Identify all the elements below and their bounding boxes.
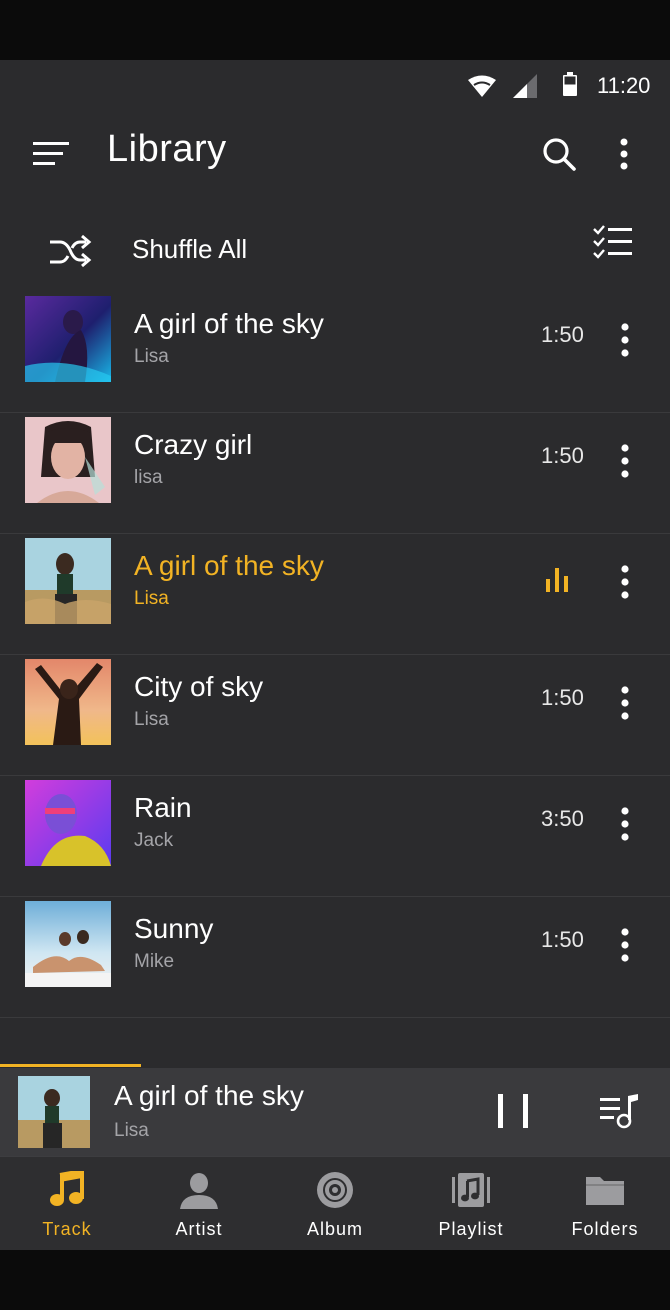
track-duration: 1:50 — [541, 443, 584, 468]
nav-tab-album[interactable]: Album — [268, 1157, 402, 1250]
track-title: A girl of the sky — [134, 308, 324, 339]
track-artist: Lisa — [134, 346, 169, 367]
playback-progress-fill — [0, 1064, 141, 1067]
album-art — [25, 417, 111, 503]
now-playing-artist: Lisa — [114, 1120, 149, 1141]
more-vertical-icon[interactable] — [612, 562, 638, 602]
now-playing-album-art — [18, 1076, 90, 1148]
more-vertical-icon[interactable] — [610, 136, 638, 172]
menu-icon[interactable] — [33, 140, 69, 168]
track-row-active[interactable]: A girl of the sky Lisa — [0, 534, 670, 655]
track-duration: 1:50 — [541, 685, 584, 710]
more-vertical-icon[interactable] — [612, 804, 638, 844]
more-vertical-icon[interactable] — [612, 925, 638, 965]
more-vertical-icon[interactable] — [612, 441, 638, 481]
more-vertical-icon[interactable] — [612, 683, 638, 723]
nav-label: Album — [306, 1219, 364, 1239]
app-screen: 11:20 Library Shuffle All A girl of the … — [0, 60, 670, 1250]
nav-tab-artist[interactable]: Artist — [132, 1157, 266, 1250]
queue-music-icon[interactable] — [598, 1092, 640, 1132]
more-vertical-icon[interactable] — [612, 320, 638, 360]
album-art — [25, 538, 111, 624]
checklist-icon[interactable] — [592, 224, 634, 260]
track-artist: lisa — [134, 467, 163, 488]
now-playing-bar[interactable]: A girl of the sky Lisa — [0, 1068, 670, 1156]
album-art — [25, 780, 111, 866]
track-row[interactable]: Sunny Mike 1:50 — [0, 897, 670, 1018]
playlist-icon — [452, 1173, 490, 1207]
track-row[interactable]: A girl of the sky Lisa 1:50 — [0, 292, 670, 413]
shuffle-all-label: Shuffle All — [132, 234, 248, 264]
track-artist: Lisa — [134, 709, 169, 730]
track-title: City of sky — [134, 671, 264, 702]
track-title: Sunny — [134, 913, 214, 944]
pause-icon[interactable] — [492, 1092, 536, 1132]
nav-tab-track[interactable]: Track — [0, 1157, 134, 1250]
battery-icon — [563, 72, 577, 96]
track-title: Crazy girl — [134, 429, 253, 460]
track-row[interactable]: Crazy girl lisa 1:50 — [0, 413, 670, 534]
now-playing-title: A girl of the sky — [114, 1080, 304, 1111]
signal-icon — [513, 74, 537, 98]
album-art — [25, 296, 111, 382]
track-duration: 1:50 — [541, 927, 584, 952]
bottom-navigation: Track Artist Album Playlist Folders — [0, 1156, 670, 1250]
nav-label: Track — [42, 1219, 92, 1239]
nav-label: Artist — [175, 1219, 223, 1239]
album-art — [25, 901, 111, 987]
track-title: Rain — [134, 792, 192, 823]
person-icon — [180, 1173, 218, 1209]
track-duration: 3:50 — [541, 806, 584, 831]
track-artist: Mike — [134, 951, 175, 972]
track-duration: 1:50 — [541, 322, 584, 347]
track-artist: Jack — [134, 830, 174, 851]
shuffle-all-button[interactable]: Shuffle All — [0, 220, 670, 286]
album-art — [25, 659, 111, 745]
track-row[interactable]: City of sky Lisa 1:50 — [0, 655, 670, 776]
search-icon[interactable] — [541, 136, 577, 172]
nav-tab-folders[interactable]: Folders — [538, 1157, 670, 1250]
track-list: A girl of the sky Lisa 1:50 Crazy girl l… — [0, 292, 670, 1018]
folder-icon — [586, 1177, 624, 1205]
nav-label: Playlist — [438, 1219, 504, 1239]
music-note-icon — [50, 1171, 84, 1206]
nav-tab-playlist[interactable]: Playlist — [404, 1157, 538, 1250]
album-disc-icon — [317, 1172, 353, 1208]
track-artist: Lisa — [134, 588, 169, 609]
wifi-icon — [468, 75, 496, 97]
status-time: 11:20 — [597, 73, 651, 98]
nav-label: Folders — [571, 1219, 639, 1239]
equalizer-icon — [546, 568, 568, 592]
status-bar: 11:20 — [0, 60, 670, 110]
page-title: Library — [107, 128, 227, 170]
track-row[interactable]: Rain Jack 3:50 — [0, 776, 670, 897]
track-title: A girl of the sky — [134, 550, 324, 581]
shuffle-icon — [50, 234, 92, 268]
